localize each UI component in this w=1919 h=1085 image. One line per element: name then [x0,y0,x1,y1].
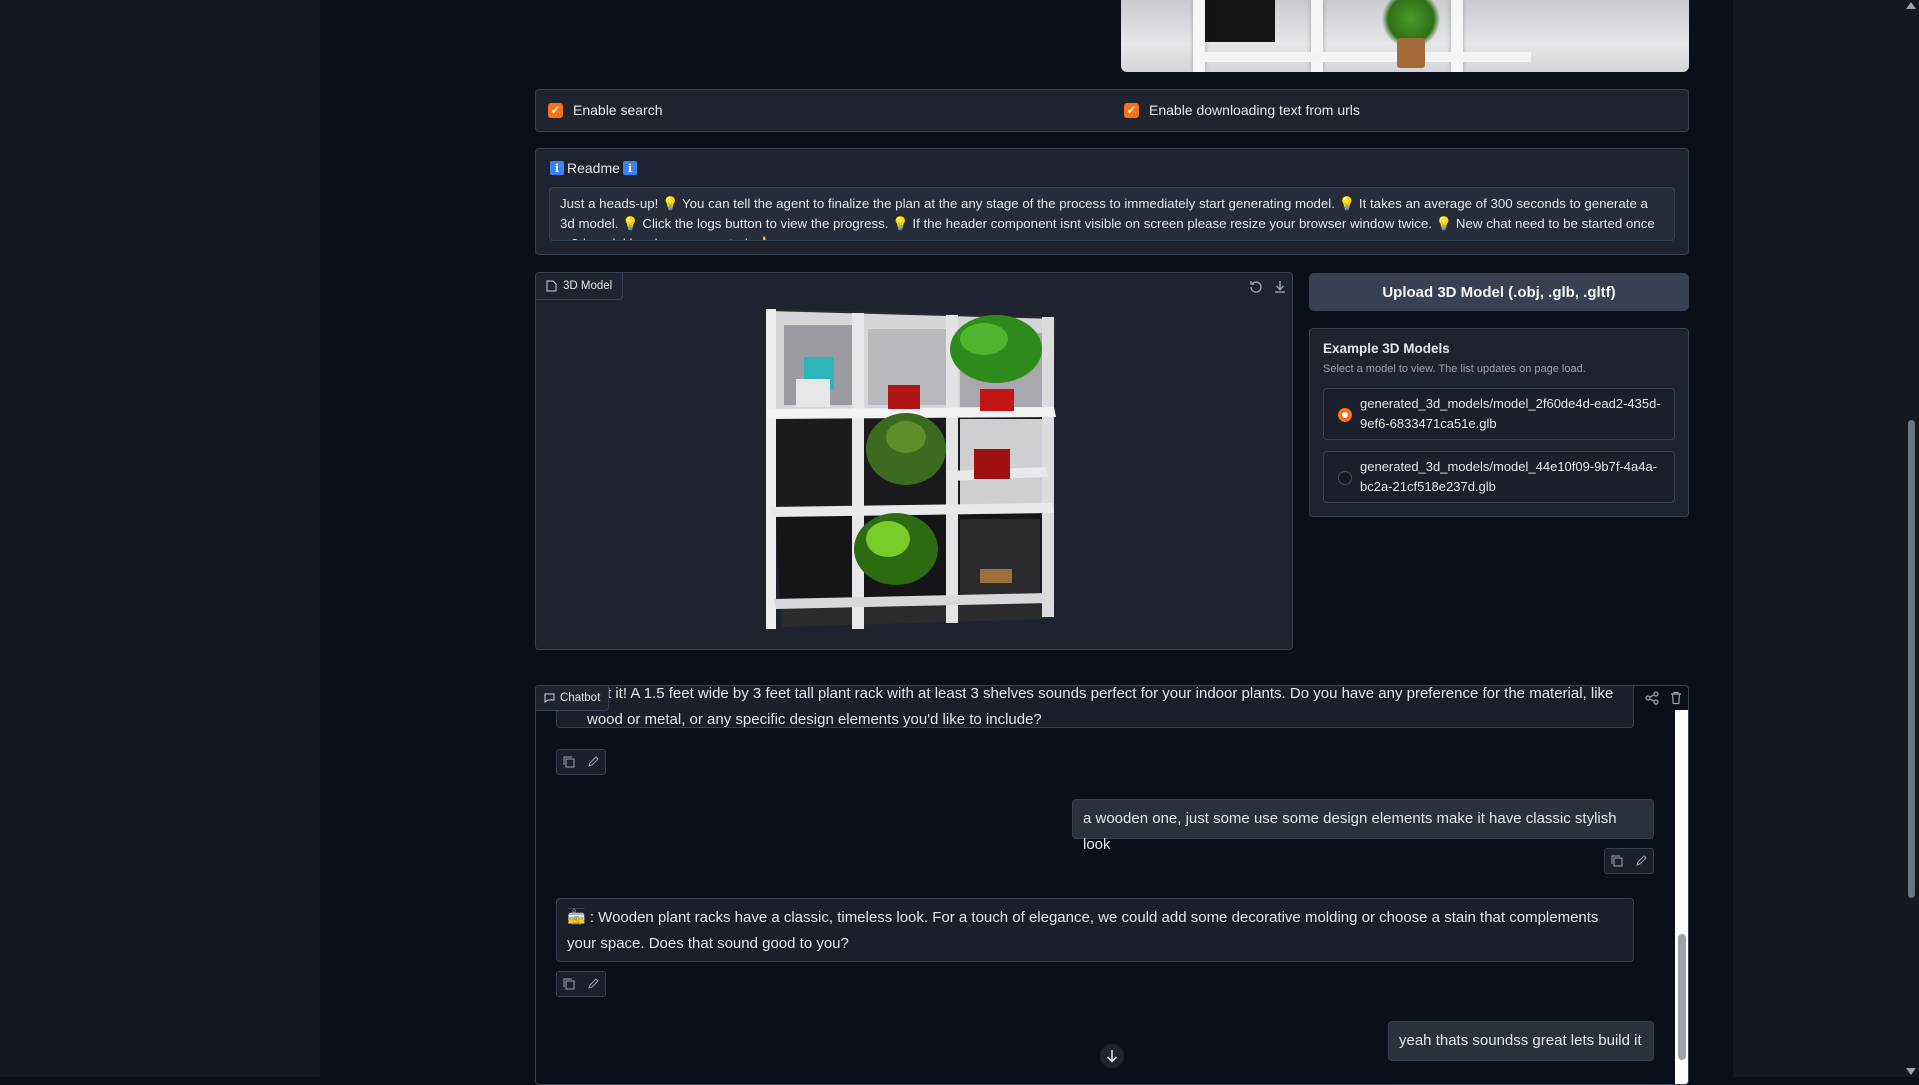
copy-icon[interactable] [1605,849,1629,873]
model-viewer-label: 3D Model [536,273,624,300]
example-model-label: generated_3d_models/model_44e10f09-9b7f-… [1360,459,1658,494]
message-actions [556,971,606,997]
page-scrollbar-thumb[interactable] [1908,420,1915,898]
example-models-panel: Example 3D Models Select a model to view… [1309,328,1689,517]
example-model-label: generated_3d_models/model_2f60de4d-ead2-… [1360,396,1661,431]
chat-message-user[interactable]: yeah thats soundss great lets build it [1388,1021,1654,1061]
check-icon[interactable]: ✓ [1124,102,1139,118]
chatbot-label: Chatbot [536,686,610,711]
left-margin [0,0,320,1077]
readme-header: i Readme i [550,160,637,176]
scroll-up-arrow-icon[interactable] [1906,2,1916,9]
readme-panel: i Readme i Just a heads-up! 💡 You can te… [535,148,1689,255]
preview-shelf-board [1201,52,1531,62]
chat-message-bot[interactable]: Got it! A 1.5 feet wide by 3 feet tall p… [556,686,1634,728]
examples-title: Example 3D Models [1323,341,1450,356]
scroll-down-arrow-icon[interactable] [1906,1068,1916,1075]
preview-pot [1397,38,1425,68]
trash-icon[interactable] [1668,690,1684,706]
info-icon: i [622,161,637,175]
info-icon: i [550,161,564,175]
edit-icon[interactable] [581,750,605,774]
download-icon[interactable] [1272,279,1288,295]
readme-title: Readme [567,160,620,176]
example-model-option[interactable]: generated_3d_models/model_2f60de4d-ead2-… [1323,388,1675,440]
enable-download-label: Enable downloading text from urls [1149,102,1360,118]
edit-icon[interactable] [1629,849,1653,873]
message-actions [1604,848,1654,874]
copy-icon[interactable] [557,750,581,774]
preview-image [1121,0,1689,72]
examples-subtitle: Select a model to view. The list updates… [1323,363,1586,375]
radio-selected-icon[interactable] [1338,408,1352,422]
chat-scrollbar[interactable] [1675,710,1688,1084]
reset-view-icon[interactable] [1248,279,1264,295]
model-viewer[interactable]: 3D Model [535,272,1293,650]
copy-icon[interactable] [557,972,581,996]
right-margin [1733,0,1919,1077]
check-icon[interactable]: ✓ [548,102,563,118]
chat-message-user[interactable]: a wooden one, just some use some design … [1072,799,1654,853]
page-scrollbar[interactable] [1904,0,1919,1077]
scroll-to-bottom-button[interactable] [1100,1044,1124,1068]
model-viewer-title: 3D Model [563,280,613,292]
file-icon [546,280,557,292]
chat-icon [544,693,555,703]
enable-download-checkbox[interactable]: ✓ Enable downloading text from urls [1124,102,1360,118]
enable-search-label: Enable search [573,102,663,118]
upload-3d-model-button[interactable]: Upload 3D Model (.obj, .glb, .gltf) [1309,273,1689,311]
chat-scrollbar-thumb[interactable] [1678,934,1686,1060]
chat-message-bot[interactable]: 🚋 : Wooden plant racks have a classic, t… [556,898,1634,962]
preview-black-box [1205,0,1275,42]
edit-icon[interactable] [581,972,605,996]
settings-panel: ✓ Enable search ✓ Enable downloading tex… [535,89,1689,132]
share-icon[interactable] [1644,690,1660,706]
message-actions [556,749,606,775]
readme-text[interactable]: Just a heads-up! 💡 You can tell the agen… [549,187,1675,241]
3d-shelf-render[interactable] [756,299,1076,649]
chatbot-panel: Chatbot Got it! A 1.5 feet wide by 3 fee… [535,685,1689,1085]
enable-search-checkbox[interactable]: ✓ Enable search [548,102,663,118]
radio-unselected-icon[interactable] [1338,471,1352,485]
chatbot-title: Chatbot [560,692,601,704]
example-model-option[interactable]: generated_3d_models/model_44e10f09-9b7f-… [1323,451,1675,503]
